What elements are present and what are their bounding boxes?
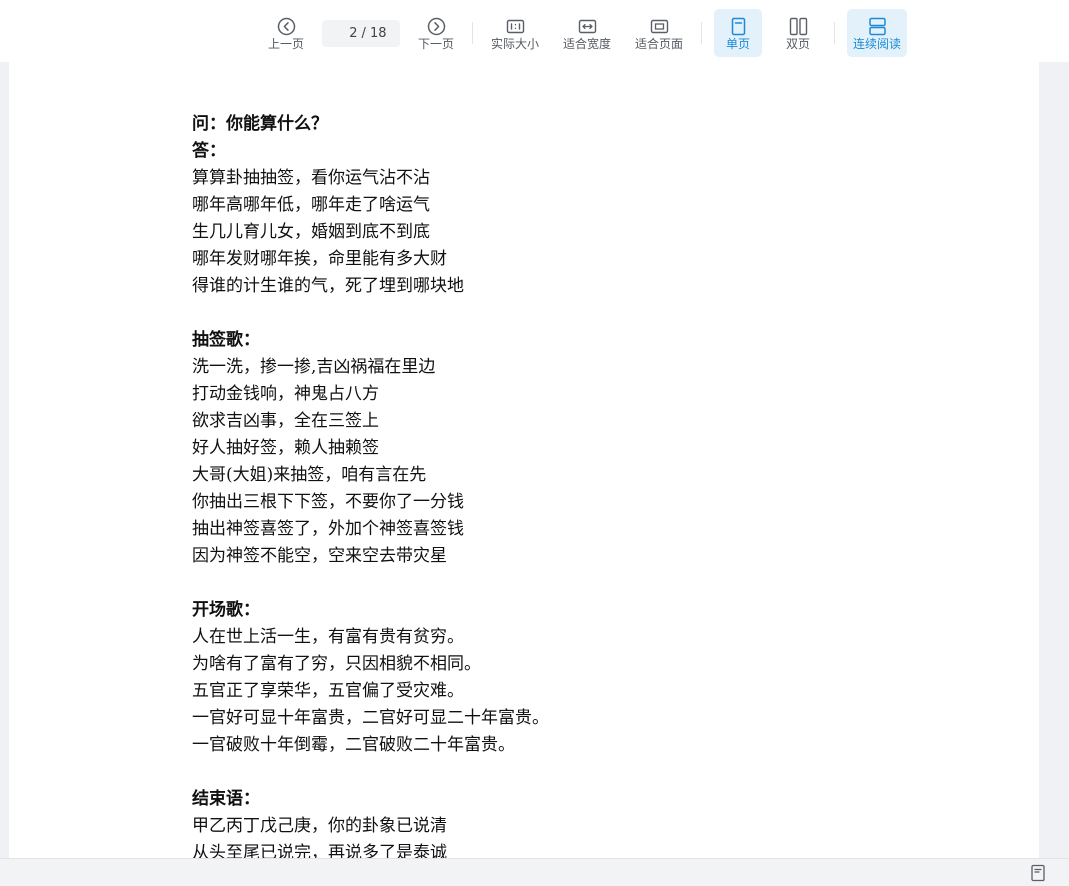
- prev-page-button[interactable]: 上一页: [262, 9, 310, 57]
- next-page-button[interactable]: 下一页: [412, 9, 460, 57]
- page-indicator: / 18: [322, 20, 400, 47]
- prev-page-label: 上一页: [267, 37, 304, 51]
- fit-page-label: 适合页面: [634, 37, 683, 51]
- total-pages: / 18: [361, 26, 387, 41]
- text-line: 打动金钱响，神鬼占八方: [192, 384, 379, 404]
- continuous-reading-icon: [867, 16, 887, 36]
- document-page: 问：你能算什么？ 答： 算算卦抽抽签，看你运气沾不沾 哪年高哪年低，哪年走了啥运…: [9, 62, 1039, 858]
- single-page-label: 单页: [725, 37, 750, 51]
- toolbar-divider: [701, 22, 702, 44]
- fit-page-button[interactable]: 适合页面: [631, 9, 687, 57]
- text-line: 洗一洗，掺一掺,吉凶祸福在里边: [192, 357, 436, 377]
- toolbar-divider: [472, 22, 473, 44]
- fit-width-icon: [577, 16, 597, 36]
- text-line: 哪年高哪年低，哪年走了啥运气: [192, 195, 430, 215]
- text-line: 算算卦抽抽签，看你运气沾不沾: [192, 168, 430, 188]
- section-heading: 结束语：: [192, 789, 260, 809]
- single-page-icon: [728, 16, 748, 36]
- text-line: 因为神签不能空，空来空去带灾星: [192, 546, 447, 566]
- fit-page-icon: [649, 16, 669, 36]
- fit-width-label: 适合宽度: [562, 37, 611, 51]
- double-page-button[interactable]: 双页: [774, 9, 822, 57]
- toolbar-divider: [834, 22, 835, 44]
- text-line: 得谁的计生谁的气，死了埋到哪块地: [192, 276, 464, 296]
- page-number-input[interactable]: [335, 26, 358, 41]
- actual-size-label: 实际大小: [490, 37, 539, 51]
- qa-question: 问：你能算什么？: [192, 114, 328, 134]
- next-page-label: 下一页: [417, 37, 454, 51]
- text-line: 欲求吉凶事，全在三签上: [192, 411, 379, 431]
- double-page-label: 双页: [785, 37, 810, 51]
- text-line: 生几儿育儿女，婚姻到底不到底: [192, 222, 430, 242]
- text-line: 好人抽好签，赖人抽赖签: [192, 438, 379, 458]
- section-heading: 抽签歌：: [192, 330, 260, 350]
- continuous-reading-label: 连续阅读: [852, 37, 901, 51]
- chevron-left-circle-icon: [276, 16, 296, 36]
- single-page-icon[interactable]: [1030, 864, 1046, 882]
- text-line: 从头至尾已说完，再说多了是泰诚: [192, 843, 447, 858]
- section-heading: 开场歌：: [192, 600, 260, 620]
- text-line: 一官破败十年倒霉，二官破败二十年富贵。: [192, 735, 515, 755]
- fit-width-button[interactable]: 适合宽度: [559, 9, 615, 57]
- text-line: 甲乙丙丁戊己庚，你的卦象已说清: [192, 816, 447, 836]
- text-line: 抽出神签喜签了，外加个神签喜签钱: [192, 519, 464, 539]
- text-line: 大哥(大姐)来抽签，咱有言在先: [192, 465, 427, 485]
- reader-toolbar: 上一页 / 18 下一页 实际大小 适合宽度 适合页面 单页: [0, 0, 1069, 62]
- text-line: 为啥有了富有了穷，只因相貌不相同。: [192, 654, 481, 674]
- text-line: 你抽出三根下下签，不要你了一分钱: [192, 492, 464, 512]
- document-content: 问：你能算什么？ 答： 算算卦抽抽签，看你运气沾不沾 哪年高哪年低，哪年走了啥运…: [192, 111, 549, 858]
- actual-size-icon: [505, 16, 525, 36]
- continuous-reading-button[interactable]: 连续阅读: [847, 9, 907, 57]
- status-bar: [0, 858, 1069, 886]
- text-line: 人在世上活一生，有富有贵有贫穷。: [192, 627, 464, 647]
- text-line: 一官好可显十年富贵，二官好可显二十年富贵。: [192, 708, 549, 728]
- double-page-icon: [788, 16, 808, 36]
- text-line: 哪年发财哪年挨，命里能有多大财: [192, 249, 447, 269]
- qa-answer: 答：: [192, 141, 226, 161]
- single-page-button[interactable]: 单页: [714, 9, 762, 57]
- actual-size-button[interactable]: 实际大小: [487, 9, 543, 57]
- chevron-right-circle-icon: [426, 16, 446, 36]
- text-line: 五官正了享荣华，五官偏了受灾难。: [192, 681, 464, 701]
